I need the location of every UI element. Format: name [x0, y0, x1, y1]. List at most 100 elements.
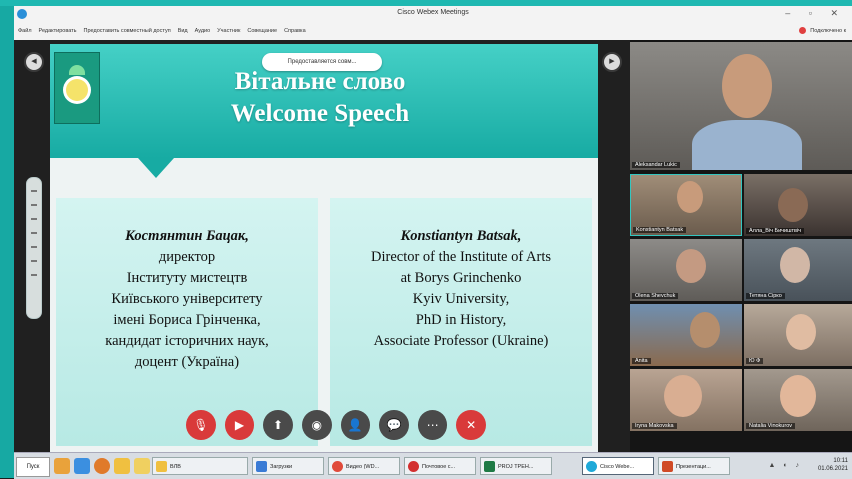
taskbar-task[interactable]: PROJ ТРЕН... [480, 457, 552, 475]
participants-button[interactable]: 👤 [340, 410, 371, 440]
collapse-right-icon[interactable]: ▶ [602, 52, 622, 72]
slide-title-ua: Вітальне слово [234, 68, 406, 95]
desktop-edge [0, 6, 14, 478]
participant-video-panel: Aleksandar Lukic Konstiantyn Batsak Алла… [630, 40, 852, 452]
participant-tile[interactable]: Natalia Vinokurov [744, 369, 852, 431]
taskbar-task[interactable]: Видео (WD... [328, 457, 400, 475]
participant-tile[interactable]: Konstiantyn Batsak [630, 174, 742, 236]
chat-button[interactable]: 💬 [379, 410, 409, 440]
menu-bar: Файл Редактировать Предоставить совместн… [14, 22, 852, 41]
speaker-role-line: at Borys Grinchenko [400, 270, 522, 286]
menu-view[interactable]: Вид [178, 28, 188, 34]
participant-tile[interactable]: Olena Shevchuk [630, 239, 742, 301]
task-label: Загрузки [270, 464, 293, 470]
participants-icon: 👤 [347, 418, 363, 432]
meeting-controls: 🎙 ▶ ⬆ ◉ 👤 💬 ⋯ ✕ [186, 410, 486, 440]
record-icon: ◉ [311, 418, 322, 432]
app-icon[interactable] [94, 458, 110, 474]
tool-icon[interactable] [31, 190, 37, 192]
video-name-label: Алла_Віч Бичиштвіч [746, 228, 805, 234]
excel-icon [484, 461, 495, 472]
share-icon: ⬆ [273, 418, 284, 432]
video-name-label: Iryna Makovska [632, 423, 677, 429]
taskbar-task[interactable]: Почтовое с... [404, 457, 476, 475]
video-button[interactable]: ▶ [224, 410, 255, 440]
video-name-label: Ю Ф [746, 358, 764, 364]
participant-figure [780, 247, 810, 283]
window-controls[interactable]: – ▫ ✕ [785, 8, 846, 19]
task-label: PROJ ТРЕН... [498, 464, 534, 470]
video-name-label: Anita [632, 358, 651, 364]
task-label: Презентаци... [676, 464, 711, 470]
menu-share[interactable]: Предоставить совместный доступ [84, 28, 171, 34]
speaker-role-line: доцент (Україна) [134, 354, 240, 370]
explorer-icon[interactable] [54, 458, 70, 474]
folder-icon [156, 461, 167, 472]
system-clock[interactable]: 10:11 01.06.2021 [818, 457, 848, 473]
window-title: Cisco Webex Meetings [397, 9, 469, 16]
more-button[interactable]: ⋯ [417, 410, 448, 440]
task-label: Cisco Webe... [600, 464, 635, 470]
taskbar-task[interactable]: ВЛВ [152, 457, 248, 475]
participant-tile[interactable]: Алла_Віч Бичиштвіч [744, 174, 852, 236]
tool-icon[interactable] [31, 218, 37, 220]
share-button[interactable]: ⬆ [263, 410, 293, 440]
emblem-leaves [69, 65, 85, 75]
taskbar-task[interactable]: Презентаци... [658, 457, 730, 475]
mic-icon: 🎙 [193, 418, 209, 432]
menu-file[interactable]: Файл [18, 28, 32, 34]
participant-figure [676, 249, 706, 283]
presentation-slide: Предоставляется совм... Вітальне слово W… [50, 44, 598, 452]
start-button[interactable]: Пуск [16, 457, 50, 477]
video-name-label: Konstiantyn Batsak [633, 227, 687, 233]
end-call-icon: ✕ [466, 418, 477, 432]
video-name-label: Olena Shevchuk [632, 293, 679, 299]
powerpoint-icon [662, 461, 673, 472]
participant-tile[interactable]: Iryna Makovska [630, 369, 742, 431]
participant-tile[interactable]: Ю Ф [744, 304, 852, 366]
emblem-flower [66, 79, 88, 101]
menu-audio[interactable]: Аудио [195, 28, 211, 34]
menu-edit[interactable]: Редактировать [39, 28, 77, 34]
participant-figure [664, 375, 702, 417]
browser-icon[interactable] [74, 458, 90, 474]
speaker-panel-ua: Костянтин Бацак, директор Інституту мист… [56, 198, 318, 446]
participant-figure [778, 188, 808, 222]
speaker-role-line: кандидат історичних наук, [105, 333, 269, 349]
tool-icon[interactable] [31, 246, 37, 248]
participant-tile[interactable]: Anita [630, 304, 742, 366]
annotation-toolbar[interactable] [26, 177, 42, 319]
speaker-panel-en: Konstiantyn Batsak, Director of the Inst… [330, 198, 592, 446]
mute-button[interactable]: 🎙 [186, 410, 216, 440]
speaker-name-en: Konstiantyn Batsak, [400, 228, 522, 244]
tool-icon[interactable] [31, 274, 37, 276]
active-speaker-video[interactable]: Aleksandar Lukic [630, 42, 852, 170]
menu-participant[interactable]: Участник [217, 28, 240, 34]
system-tray-icons[interactable]: ▲ ◐ ♪ [768, 462, 802, 469]
connection-status[interactable]: Подключено к [810, 28, 846, 34]
opera-icon [408, 461, 419, 472]
taskbar-task-active[interactable]: Cisco Webe... [582, 457, 654, 475]
windows-taskbar: Пуск ВЛВ Загрузки Видео (WD... Почтовое … [14, 452, 852, 479]
tool-icon[interactable] [31, 232, 37, 234]
participant-tile[interactable]: Тетяна Сірко [744, 239, 852, 301]
tool-icon[interactable] [31, 260, 37, 262]
slide-title-en: Welcome Speech [230, 100, 410, 127]
participant-figure [677, 181, 703, 213]
collapse-left-icon[interactable]: ◀ [24, 52, 44, 72]
menu-meeting[interactable]: Совещание [247, 28, 277, 34]
folder-icon[interactable] [114, 458, 130, 474]
end-call-button[interactable]: ✕ [456, 410, 486, 440]
speaker-figure [722, 54, 772, 118]
taskbar-task[interactable]: Загрузки [252, 457, 324, 475]
menu-help[interactable]: Справка [284, 28, 306, 34]
chat-icon: 💬 [386, 418, 402, 432]
tool-icon[interactable] [31, 204, 37, 206]
clock-date: 01.06.2021 [817, 466, 848, 472]
folder-icon[interactable] [134, 458, 150, 474]
recording-indicator-icon [799, 27, 807, 34]
webex-icon [586, 461, 597, 472]
participant-figure [780, 375, 816, 417]
record-button[interactable]: ◉ [301, 410, 332, 440]
speaker-role-line: Associate Professor (Ukraine) [373, 333, 549, 349]
